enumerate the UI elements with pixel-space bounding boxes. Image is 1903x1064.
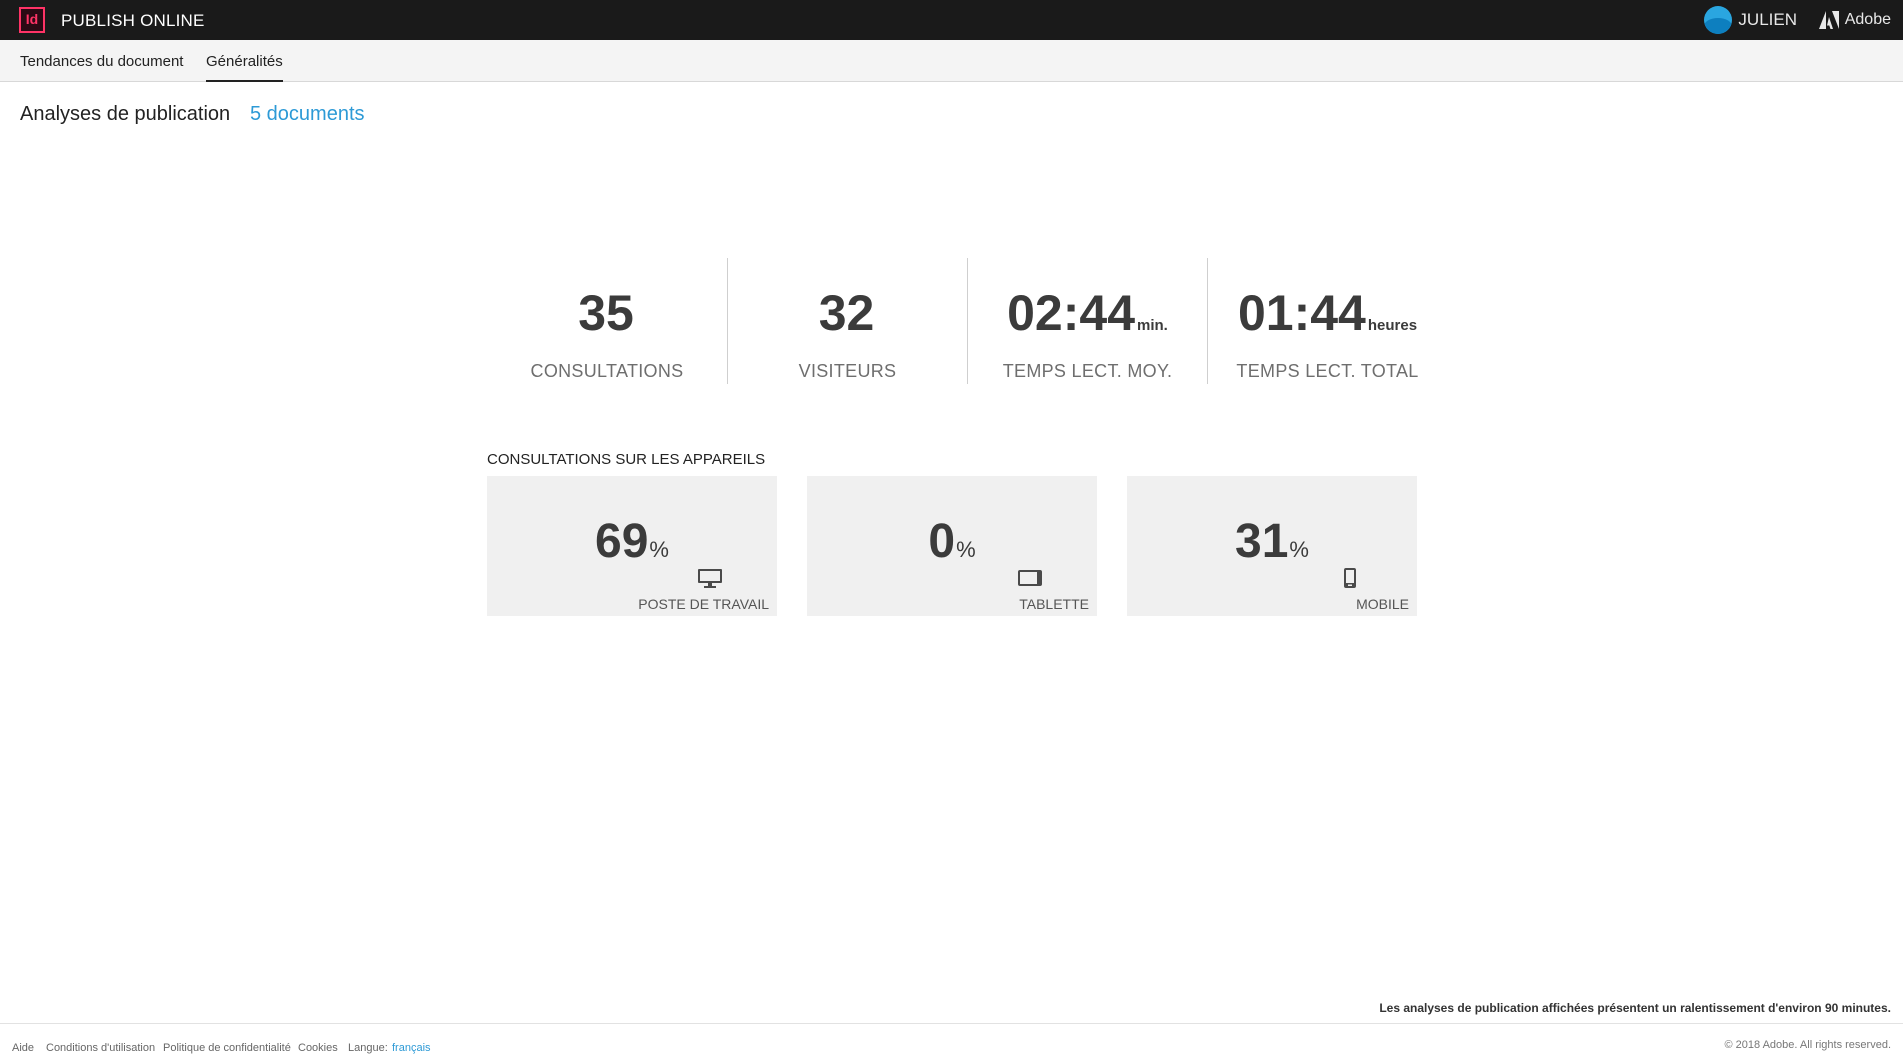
device-label: MOBILE <box>1356 596 1409 612</box>
app-title: PUBLISH ONLINE <box>61 11 205 30</box>
stat-value: 35 <box>578 285 634 341</box>
adobe-label: Adobe <box>1844 11 1891 28</box>
stat-label: TEMPS LECT. TOTAL <box>1236 361 1419 381</box>
avatar[interactable] <box>1704 6 1733 34</box>
stat-label: VISITEURS <box>798 361 897 381</box>
stat-unit: heures <box>1367 317 1418 334</box>
desktop-icon <box>698 569 722 588</box>
adobe-logo-icon <box>1818 11 1839 29</box>
adobe-brand: Adobe <box>1818 7 1891 33</box>
mobile-icon <box>1344 568 1356 588</box>
footer-link-privacy[interactable]: Politique de confidentialité <box>163 1042 291 1054</box>
device-card-desktop: 69% POSTE DE TRAVAIL <box>487 476 777 616</box>
language-selector[interactable]: français <box>392 1042 431 1054</box>
language-label: Langue: <box>348 1042 388 1054</box>
device-value: 0 <box>928 515 956 568</box>
percent-sign: % <box>649 537 669 562</box>
copyright: © 2018 Adobe. All rights reserved. <box>1724 1039 1891 1051</box>
device-card-tablet: 0% TABLETTE <box>807 476 1097 616</box>
stat-value: 01:44 <box>1237 285 1366 341</box>
user-menu[interactable]: JULIEN <box>1704 6 1797 34</box>
sub-nav: Tendances du document Généralités <box>0 40 1903 82</box>
stat-consultations: 35 CONSULTATIONS <box>487 258 727 384</box>
stat-label: TEMPS LECT. MOY. <box>1002 361 1173 381</box>
indesign-logo: Id <box>19 7 45 33</box>
latency-note: Les analyses de publication affichées pr… <box>1379 1001 1891 1015</box>
device-value: 31 <box>1235 515 1289 568</box>
tab-document-trends[interactable]: Tendances du document <box>20 53 183 80</box>
top-bar: Id PUBLISH ONLINE JULIEN Adobe <box>0 0 1903 40</box>
page-title: Analyses de publication <box>20 103 231 125</box>
device-value: 69 <box>595 515 649 568</box>
stat-avg-read-time: 02:44 min. TEMPS LECT. MOY. <box>967 258 1207 384</box>
footer-link-cookies[interactable]: Cookies <box>298 1042 338 1054</box>
document-count-link[interactable]: 5 documents <box>250 103 365 126</box>
footer: Aide Conditions d'utilisation Politique … <box>0 1023 1903 1064</box>
stat-value: 32 <box>818 285 875 341</box>
percent-sign: % <box>1289 537 1309 562</box>
footer-link-terms[interactable]: Conditions d'utilisation <box>46 1042 155 1054</box>
stat-total-read-time: 01:44 heures TEMPS LECT. TOTAL <box>1207 258 1447 384</box>
stat-value: 02:44 <box>1007 285 1136 341</box>
stat-label: CONSULTATIONS <box>530 361 684 381</box>
footer-link-help[interactable]: Aide <box>12 1042 34 1054</box>
tab-overview[interactable]: Généralités <box>206 53 283 82</box>
tablet-icon <box>1018 570 1042 586</box>
device-label: POSTE DE TRAVAIL <box>638 596 769 612</box>
percent-sign: % <box>956 537 976 562</box>
user-name[interactable]: JULIEN <box>1738 10 1797 30</box>
stats-summary: 35 CONSULTATIONS 32 VISITEURS 02:44 min. … <box>487 258 1447 384</box>
stat-unit: min. <box>1137 317 1168 334</box>
devices-title: CONSULTATIONS SUR LES APPAREILS <box>487 451 766 468</box>
device-card-mobile: 31% MOBILE <box>1127 476 1417 616</box>
device-label: TABLETTE <box>1019 596 1089 612</box>
stat-visitors: 32 VISITEURS <box>727 258 967 384</box>
